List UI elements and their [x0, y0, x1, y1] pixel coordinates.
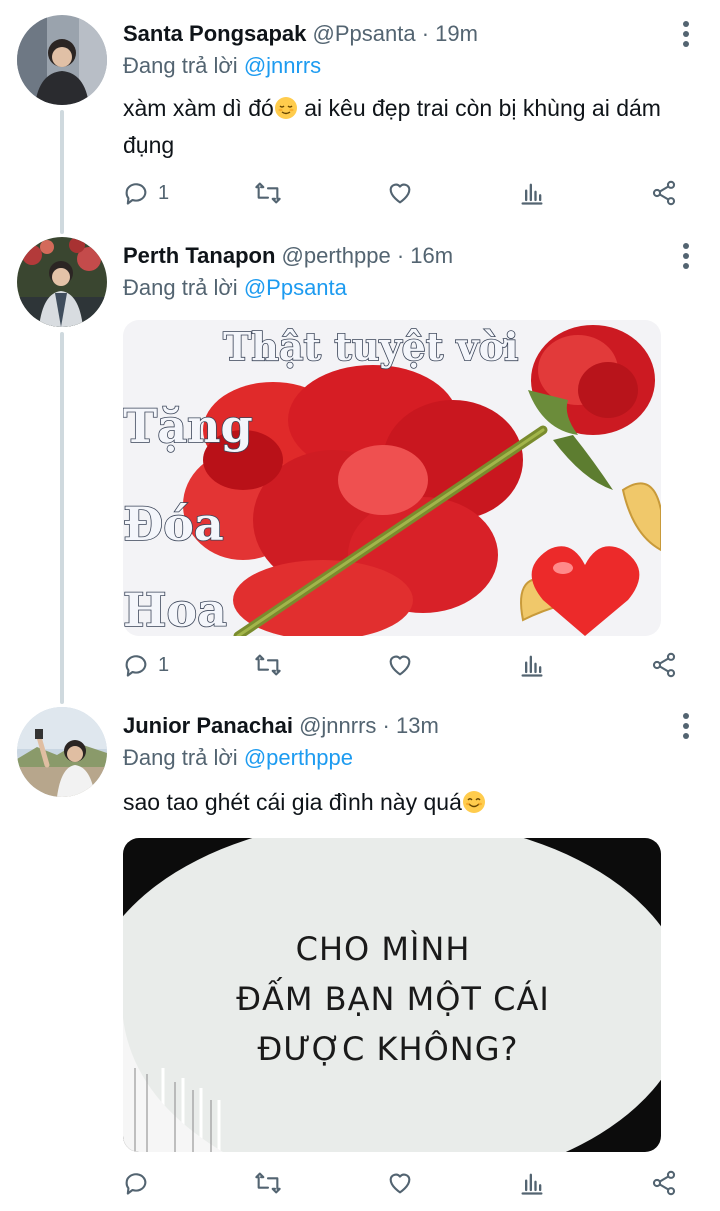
analytics-button[interactable] — [518, 175, 546, 211]
image-caption-title: Thật tuyệt vời — [223, 324, 518, 369]
tweet-image-roses[interactable]: Thật tuyệt vời Tặng Đóa Hoa — [123, 320, 661, 636]
reply-count: 1 — [158, 181, 170, 204]
retweet-button[interactable] — [254, 647, 282, 683]
tweet-header: Perth Tanapon @perthppe · 16m — [123, 242, 453, 270]
more-icon[interactable] — [674, 20, 698, 48]
display-name[interactable]: Santa Pongsapak — [123, 21, 306, 46]
action-bar: 1 — [0, 175, 720, 211]
relaxed-face-emoji — [274, 97, 297, 119]
analytics-icon — [521, 655, 543, 677]
reply-icon — [125, 1173, 147, 1195]
user-handle[interactable]: @perthppe — [282, 243, 391, 268]
reply-handle-link[interactable]: @Ppsanta — [244, 275, 347, 300]
reply-handle-link[interactable]: @perthppe — [244, 745, 353, 770]
reply-button[interactable] — [122, 1165, 158, 1201]
comic-text-line2: ĐẤM BẠN MỘT CÁI — [236, 977, 550, 1018]
tweet-perth[interactable]: Perth Tanapon @perthppe · 16m Đang trả l… — [0, 222, 720, 692]
timestamp[interactable]: 19m — [435, 21, 478, 46]
tweet-image-comic[interactable]: CHO MÌNH ĐẤM BẠN MỘT CÁI ĐƯỢC KHÔNG? — [123, 838, 661, 1152]
tweet-text-line1: xàm xàm dì đó — [123, 95, 274, 121]
image-caption-line1: Tặng — [123, 399, 253, 453]
display-name[interactable]: Junior Panachai — [123, 713, 293, 738]
reply-context: Đang trả lời @jnnrrs — [123, 52, 321, 80]
retweet-icon — [255, 654, 281, 676]
like-button[interactable] — [386, 1165, 414, 1201]
more-icon[interactable] — [674, 242, 698, 270]
action-bar: 1 — [0, 647, 720, 683]
user-handle[interactable]: @Ppsanta — [313, 21, 416, 46]
tweet-text-line2: đụng — [123, 132, 175, 158]
like-button[interactable] — [386, 647, 414, 683]
retweet-icon — [255, 1172, 281, 1194]
comic-text-line1: CHO MÌNH — [296, 930, 471, 968]
like-icon — [389, 655, 411, 676]
reply-icon — [125, 655, 147, 677]
reply-prefix: Đang trả lời — [123, 275, 238, 300]
tweet-text: sao tao ghét cái gia đình này quá — [123, 784, 703, 821]
timestamp[interactable]: 13m — [396, 713, 439, 738]
timestamp[interactable]: 16m — [410, 243, 453, 268]
share-button[interactable] — [650, 175, 678, 211]
share-icon — [652, 1170, 676, 1196]
image-caption-line3: Hoa — [123, 583, 227, 636]
tweet-junior[interactable]: Junior Panachai @jnnrrs · 13m Đang trả l… — [0, 692, 720, 1211]
share-button[interactable] — [650, 647, 678, 683]
retweet-icon — [255, 182, 281, 204]
retweet-button[interactable] — [254, 1165, 282, 1201]
tweet-header: Junior Panachai @jnnrrs · 13m — [123, 712, 439, 740]
like-icon — [389, 1173, 411, 1194]
analytics-icon — [521, 183, 543, 205]
action-bar — [0, 1165, 720, 1201]
more-icon[interactable] — [674, 712, 698, 740]
reply-icon — [125, 183, 147, 205]
reply-handle-link[interactable]: @jnnrrs — [244, 53, 321, 78]
share-icon — [652, 180, 676, 206]
analytics-button[interactable] — [518, 647, 546, 683]
like-icon — [389, 183, 411, 204]
reply-context: Đang trả lời @perthppe — [123, 744, 353, 772]
separator: · — [415, 21, 436, 46]
separator: · — [376, 713, 396, 738]
smiling-face-emoji — [462, 791, 485, 813]
avatar[interactable] — [17, 707, 107, 797]
tweet-text-body: sao tao ghét cái gia đình này quá — [123, 789, 462, 815]
avatar[interactable] — [17, 15, 107, 105]
user-handle[interactable]: @jnnrrs — [299, 713, 376, 738]
analytics-button[interactable] — [518, 1165, 546, 1201]
share-icon — [652, 652, 676, 678]
retweet-button[interactable] — [254, 175, 282, 211]
tweet-text: xàm xàm dì đó ai kêu đẹp trai còn bị khù… — [123, 90, 703, 164]
display-name[interactable]: Perth Tanapon — [123, 243, 275, 268]
tweet-text-line1-rest: ai kêu đẹp trai còn bị khùng ai dám — [297, 95, 661, 121]
analytics-icon — [521, 1173, 543, 1195]
reply-button[interactable]: 1 — [122, 647, 169, 683]
tweet-santa[interactable]: Santa Pongsapak @Ppsanta · 19m Đang trả … — [0, 0, 720, 226]
separator: · — [390, 243, 411, 268]
reply-button[interactable]: 1 — [122, 175, 169, 211]
reply-prefix: Đang trả lời — [123, 53, 238, 78]
comic-text-line3: ĐƯỢC KHÔNG? — [258, 1029, 519, 1068]
reply-context: Đang trả lời @Ppsanta — [123, 274, 347, 302]
reply-prefix: Đang trả lời — [123, 745, 238, 770]
tweet-header: Santa Pongsapak @Ppsanta · 19m — [123, 20, 478, 48]
avatar[interactable] — [17, 237, 107, 327]
share-button[interactable] — [650, 1165, 678, 1201]
image-caption-line2: Đóa — [123, 497, 224, 551]
reply-count: 1 — [158, 653, 170, 676]
like-button[interactable] — [386, 175, 414, 211]
